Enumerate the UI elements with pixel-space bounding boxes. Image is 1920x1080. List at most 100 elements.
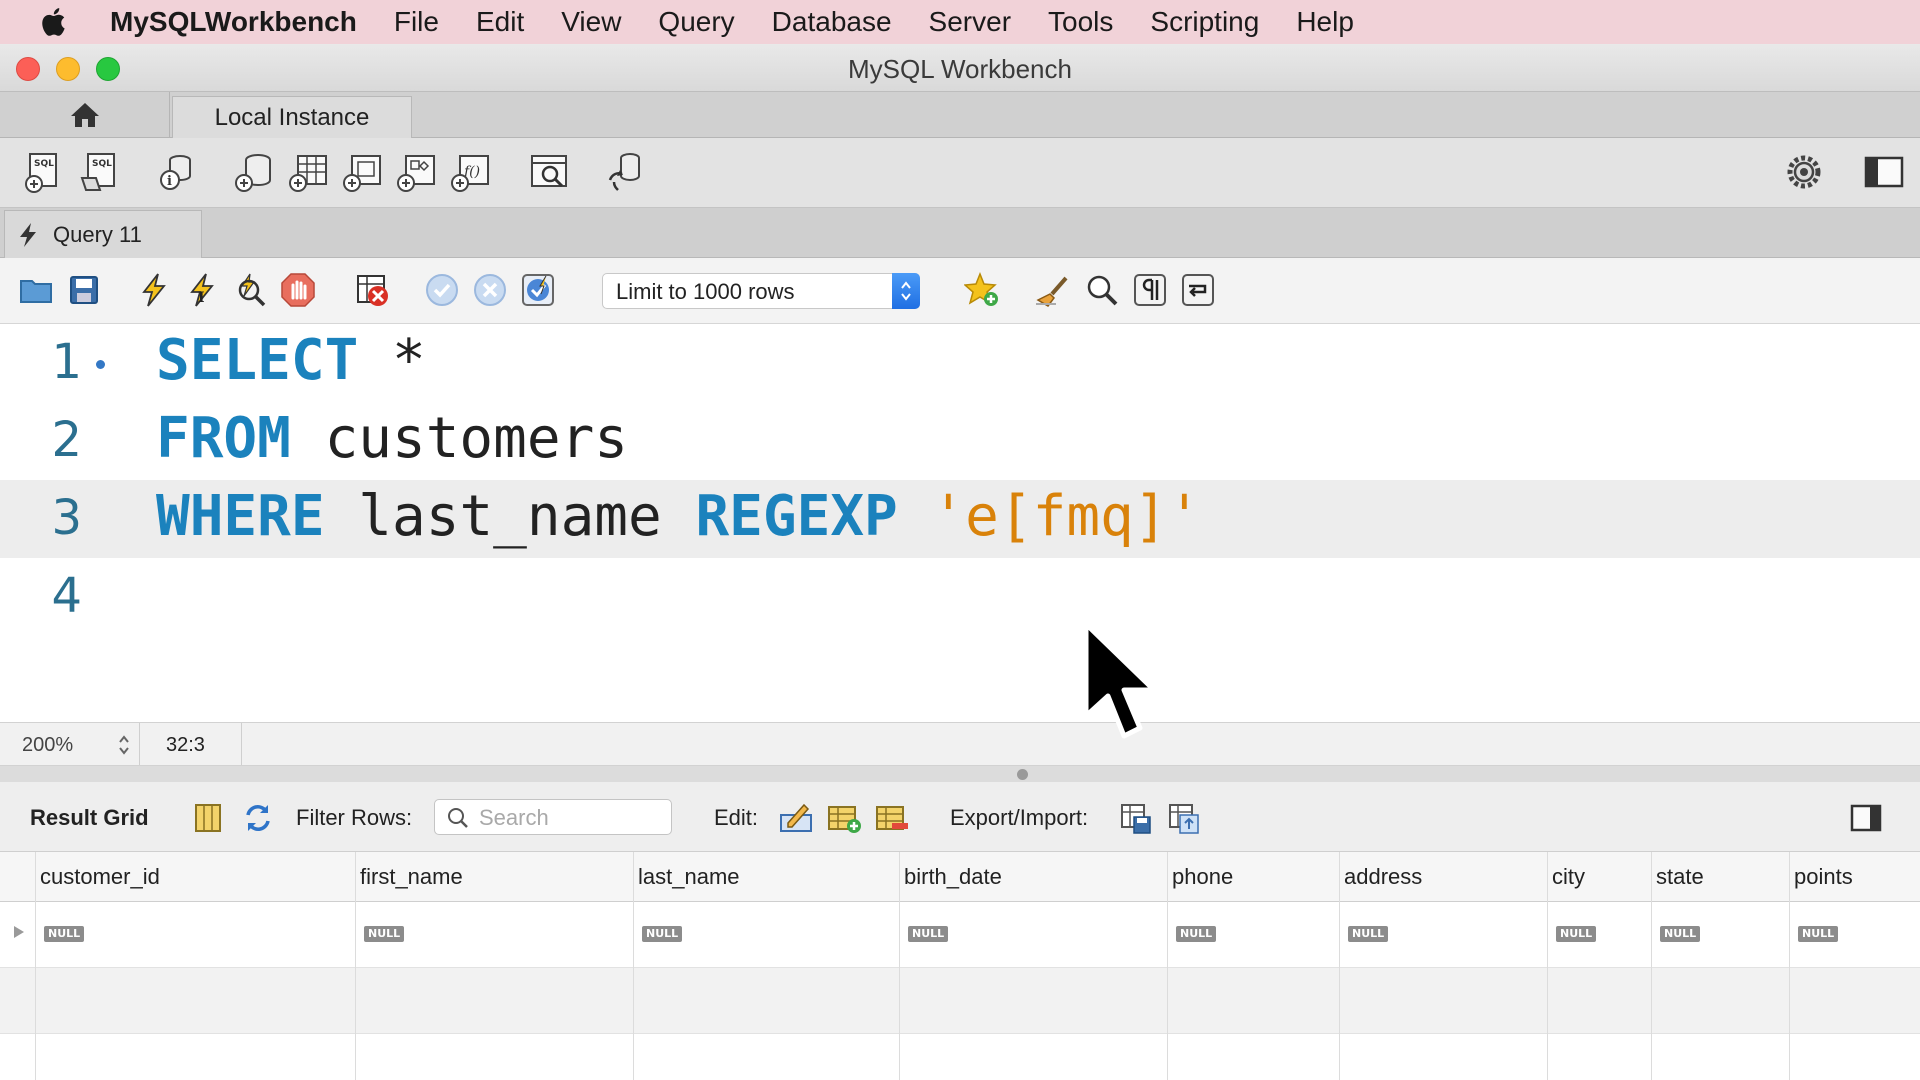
create-table-icon[interactable]	[286, 150, 330, 194]
stop-icon[interactable]	[280, 272, 316, 308]
refresh-icon[interactable]	[240, 801, 276, 835]
column-header-city[interactable]: city	[1552, 864, 1585, 890]
export-icon[interactable]	[1118, 801, 1154, 835]
apple-logo-icon[interactable]	[38, 5, 72, 39]
sql-token-str: 'e[fmq]'	[897, 484, 1202, 549]
line-number: 3	[51, 490, 82, 546]
new-sql-tab-icon[interactable]: SQL	[22, 150, 66, 194]
editor-line-4[interactable]: 4	[0, 558, 1920, 636]
query-tab[interactable]: Query 11	[4, 210, 202, 258]
zoom-stepper[interactable]: 200%	[0, 723, 140, 765]
create-view-icon[interactable]	[340, 150, 384, 194]
sql-token-kw: REGEXP	[695, 484, 898, 549]
beautify-brush-icon[interactable]	[1034, 272, 1070, 308]
limit-rows-value: Limit to 1000 rows	[616, 279, 795, 304]
invisible-characters-icon[interactable]	[1132, 272, 1168, 308]
save-icon[interactable]	[66, 272, 102, 308]
import-icon[interactable]	[1166, 801, 1202, 835]
execute-icon[interactable]	[136, 272, 172, 308]
svg-text:SQL: SQL	[92, 159, 112, 169]
open-folder-icon[interactable]	[18, 272, 54, 308]
menu-help[interactable]: Help	[1296, 6, 1354, 38]
column-header-state[interactable]: state	[1656, 864, 1704, 890]
rollback-icon[interactable]	[472, 272, 508, 308]
splitter-handle[interactable]	[1017, 769, 1028, 780]
column-customer-id: customer_id NULL	[36, 852, 356, 1080]
filter-rows-label: Filter Rows:	[296, 805, 413, 830]
create-procedure-icon[interactable]	[394, 150, 438, 194]
find-replace-icon[interactable]	[1084, 272, 1120, 308]
null-cell[interactable]: NULL	[364, 926, 405, 942]
editor-status-bar: 200% 32:3	[0, 722, 1920, 766]
chevron-up-down-icon	[119, 735, 129, 755]
create-schema-icon[interactable]	[232, 150, 276, 194]
null-cell[interactable]: NULL	[908, 926, 949, 942]
column-header-points[interactable]: points	[1794, 864, 1853, 890]
search-table-data-icon[interactable]	[528, 150, 572, 194]
execute-current-statement-icon[interactable]: I	[184, 272, 220, 308]
sql-token-id: customers	[290, 406, 629, 471]
sql-token-id: *	[358, 328, 426, 393]
null-cell[interactable]: NULL	[1556, 926, 1597, 942]
column-header-birth-date[interactable]: birth_date	[904, 864, 1002, 890]
insert-row-icon[interactable]	[826, 801, 862, 835]
column-address: address NULL	[1340, 852, 1548, 1080]
menu-query[interactable]: Query	[658, 6, 734, 38]
menu-edit[interactable]: Edit	[476, 6, 524, 38]
column-header-address[interactable]: address	[1344, 864, 1422, 890]
menu-file[interactable]: File	[394, 6, 439, 38]
menu-scripting[interactable]: Scripting	[1150, 6, 1259, 38]
menu-app-name[interactable]: MySQLWorkbench	[110, 6, 357, 38]
null-cell[interactable]: NULL	[1176, 926, 1217, 942]
local-instance-tab[interactable]: Local Instance	[172, 96, 412, 138]
null-cell[interactable]: NULL	[1798, 926, 1839, 942]
export-import-label: Export/Import:	[950, 805, 1089, 830]
result-grid[interactable]: customer_id NULL first_name NULL last_na…	[0, 852, 1920, 1080]
reconnect-icon[interactable]	[604, 150, 648, 194]
open-sql-script-icon[interactable]: SQL	[78, 150, 122, 194]
result-grid-icon[interactable]	[190, 801, 226, 835]
word-wrap-icon[interactable]	[1180, 272, 1216, 308]
commit-icon[interactable]	[424, 272, 460, 308]
toggle-result-panel-icon[interactable]	[1848, 801, 1884, 835]
null-cell[interactable]: NULL	[642, 926, 683, 942]
toggle-stop-on-error-icon[interactable]	[354, 272, 390, 308]
edit-row-icon[interactable]	[778, 801, 814, 835]
editor-line-2[interactable]: 2 FROM customers	[0, 402, 1920, 480]
filter-search-input[interactable]: Search	[434, 799, 672, 835]
line-code: WHERE last_name REGEXP 'e[fmq]'	[156, 484, 1201, 549]
edit-label: Edit:	[714, 805, 759, 830]
panel-splitter[interactable]	[0, 766, 1920, 782]
home-tab[interactable]	[0, 92, 170, 138]
null-cell[interactable]: NULL	[1348, 926, 1389, 942]
delete-row-icon[interactable]	[874, 801, 910, 835]
editor-line-3[interactable]: 3 WHERE last_name REGEXP 'e[fmq]'	[0, 480, 1920, 558]
column-header-last-name[interactable]: last_name	[638, 864, 740, 890]
line-number: 4	[51, 568, 82, 624]
inspector-icon[interactable]: i	[154, 150, 198, 194]
query-tab-label: Query 11	[53, 221, 142, 247]
gear-icon[interactable]	[1782, 150, 1826, 194]
menu-database[interactable]: Database	[772, 6, 892, 38]
limit-rows-select[interactable]: Limit to 1000 rows	[602, 273, 920, 309]
menu-server[interactable]: Server	[929, 6, 1011, 38]
toggle-sidebar-icon[interactable]	[1862, 150, 1906, 194]
toggle-autocommit-icon[interactable]	[520, 272, 556, 308]
menu-view[interactable]: View	[561, 6, 621, 38]
home-icon	[70, 103, 99, 127]
add-snippet-star-icon[interactable]	[964, 272, 1000, 308]
null-cell[interactable]: NULL	[44, 926, 85, 942]
column-header-phone[interactable]: phone	[1172, 864, 1233, 890]
editor-toolbar: I Limit to 1000 rows	[0, 258, 1920, 324]
editor-line-1[interactable]: 1 SELECT *	[0, 324, 1920, 402]
svg-text:I: I	[198, 290, 205, 306]
create-function-icon[interactable]: f()	[448, 150, 492, 194]
result-grid-title[interactable]: Result Grid	[30, 805, 149, 831]
column-header-customer-id[interactable]: customer_id	[40, 864, 160, 890]
menu-tools[interactable]: Tools	[1048, 6, 1113, 38]
sql-editor[interactable]: 1 SELECT * 2 FROM customers 3 WHERE last…	[0, 324, 1920, 722]
explain-icon[interactable]	[232, 272, 268, 308]
sql-token-kw: WHERE	[156, 484, 325, 549]
null-cell[interactable]: NULL	[1660, 926, 1701, 942]
column-header-first-name[interactable]: first_name	[360, 864, 463, 890]
